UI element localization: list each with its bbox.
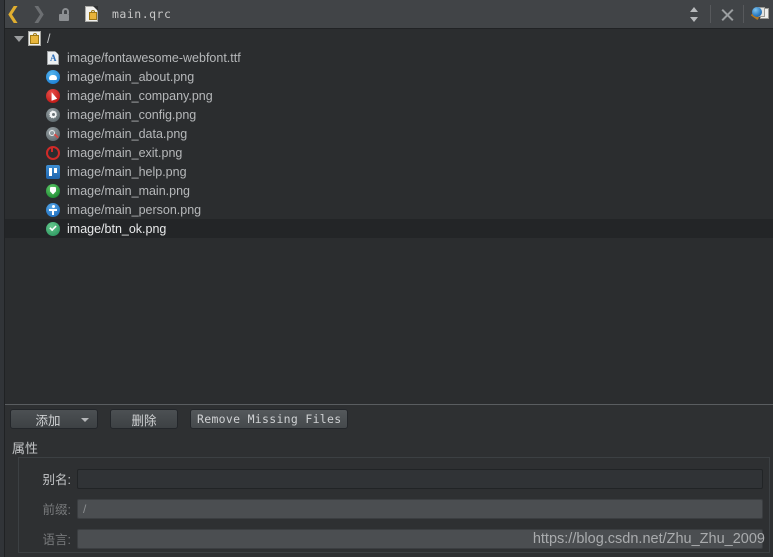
- arrow-back-icon: ❮: [5, 3, 21, 24]
- tree-item-main-company-png[interactable]: image/main_company.png: [5, 86, 773, 105]
- tree-item-label: image/main_person.png: [67, 202, 202, 217]
- tree-item-fontawesome-webfont-ttf[interactable]: A image/fontawesome-webfont.ttf: [5, 48, 773, 67]
- prefix-label: 前缀:: [42, 503, 71, 517]
- qrc-editor-window: ❮ ❯ main.qrc / A image/fontawesome-webfo…: [0, 0, 773, 557]
- close-x-icon: [721, 8, 734, 21]
- chevron-down-icon: [81, 418, 89, 422]
- alias-input[interactable]: [77, 468, 763, 489]
- tree-item-main-help-png[interactable]: image/main_help.png: [5, 162, 773, 181]
- tree-root-row[interactable]: /: [5, 29, 773, 48]
- add-button-label: 添加: [35, 413, 61, 428]
- expand-collapse-toggle[interactable]: [10, 35, 28, 42]
- open-in-browser-icon: [750, 6, 769, 22]
- properties-title: 属性: [12, 441, 39, 456]
- language-label: 语言:: [42, 533, 71, 547]
- arrow-forward-icon: ❯: [31, 3, 47, 24]
- add-button[interactable]: 添加: [10, 409, 98, 429]
- remove-missing-files-button[interactable]: Remove Missing Files: [190, 409, 349, 429]
- remove-button[interactable]: 删除: [110, 409, 178, 429]
- font-file-icon: A: [46, 50, 60, 65]
- chevron-down-icon: [14, 35, 24, 42]
- magnifier-icon: [46, 126, 60, 141]
- toolbar-separator-1: [710, 5, 711, 23]
- up-down-spinner-icon: [689, 6, 699, 22]
- gear-icon: [46, 107, 60, 122]
- tree-item-label: image/main_about.png: [67, 69, 195, 84]
- tree-item-label: image/main_data.png: [67, 126, 188, 141]
- file-switch-button[interactable]: [681, 1, 707, 28]
- alias-label: 别名:: [42, 473, 71, 487]
- shield-icon: [46, 183, 60, 198]
- company-icon: [46, 88, 60, 103]
- tree-item-label: image/main_main.png: [67, 183, 190, 198]
- power-exit-icon: [46, 145, 60, 160]
- tree-item-main-exit-png[interactable]: image/main_exit.png: [5, 143, 773, 162]
- qrc-resource-icon: [28, 31, 41, 46]
- file-icon-slot: [78, 1, 104, 28]
- watermark-text: https://blog.csdn.net/Zhu_Zhu_2009: [532, 531, 765, 547]
- left-edge-strip: [0, 0, 5, 557]
- person-icon: [46, 202, 60, 217]
- close-document-button[interactable]: [714, 1, 740, 28]
- lock-toggle-button[interactable]: [52, 1, 78, 28]
- tree-item-label: image/main_company.png: [67, 88, 213, 103]
- prefix-input[interactable]: /: [77, 498, 763, 519]
- tree-item-btn-ok-png[interactable]: image/btn_ok.png: [5, 219, 773, 238]
- qrc-file-icon: [84, 6, 98, 22]
- remove-missing-files-label: Remove Missing Files: [197, 412, 342, 426]
- tree-item-label: image/btn_ok.png: [67, 221, 167, 236]
- tree-item-main-main-png[interactable]: image/main_main.png: [5, 181, 773, 200]
- forward-button[interactable]: ❯: [26, 1, 52, 28]
- action-button-row: 添加 删除 Remove Missing Files: [10, 409, 349, 429]
- about-icon: [46, 69, 60, 84]
- unlocked-padlock-icon: [58, 7, 72, 21]
- resource-tree[interactable]: / A image/fontawesome-webfont.ttf image/…: [5, 29, 773, 404]
- tree-item-main-config-png[interactable]: image/main_config.png: [5, 105, 773, 124]
- tree-item-main-data-png[interactable]: image/main_data.png: [5, 124, 773, 143]
- tree-root-label: /: [47, 31, 51, 46]
- tree-item-label: image/main_config.png: [67, 107, 197, 122]
- prefix-field-row: 前缀: /: [19, 498, 771, 519]
- tree-item-main-about-png[interactable]: image/main_about.png: [5, 67, 773, 86]
- alias-field-row: 别名:: [19, 468, 771, 489]
- tree-item-label: image/main_help.png: [67, 164, 187, 179]
- check-ok-icon: [46, 221, 60, 236]
- help-icon: [46, 164, 60, 179]
- tree-item-main-person-png[interactable]: image/main_person.png: [5, 200, 773, 219]
- open-in-browser-button[interactable]: [747, 1, 773, 28]
- toolbar-separator-2: [743, 5, 744, 23]
- remove-button-label: 删除: [131, 413, 157, 428]
- toolbar: ❮ ❯ main.qrc: [0, 0, 773, 29]
- open-file-name[interactable]: main.qrc: [112, 7, 171, 21]
- tree-item-label: image/main_exit.png: [67, 145, 183, 160]
- tree-item-label: image/fontawesome-webfont.ttf: [67, 50, 241, 65]
